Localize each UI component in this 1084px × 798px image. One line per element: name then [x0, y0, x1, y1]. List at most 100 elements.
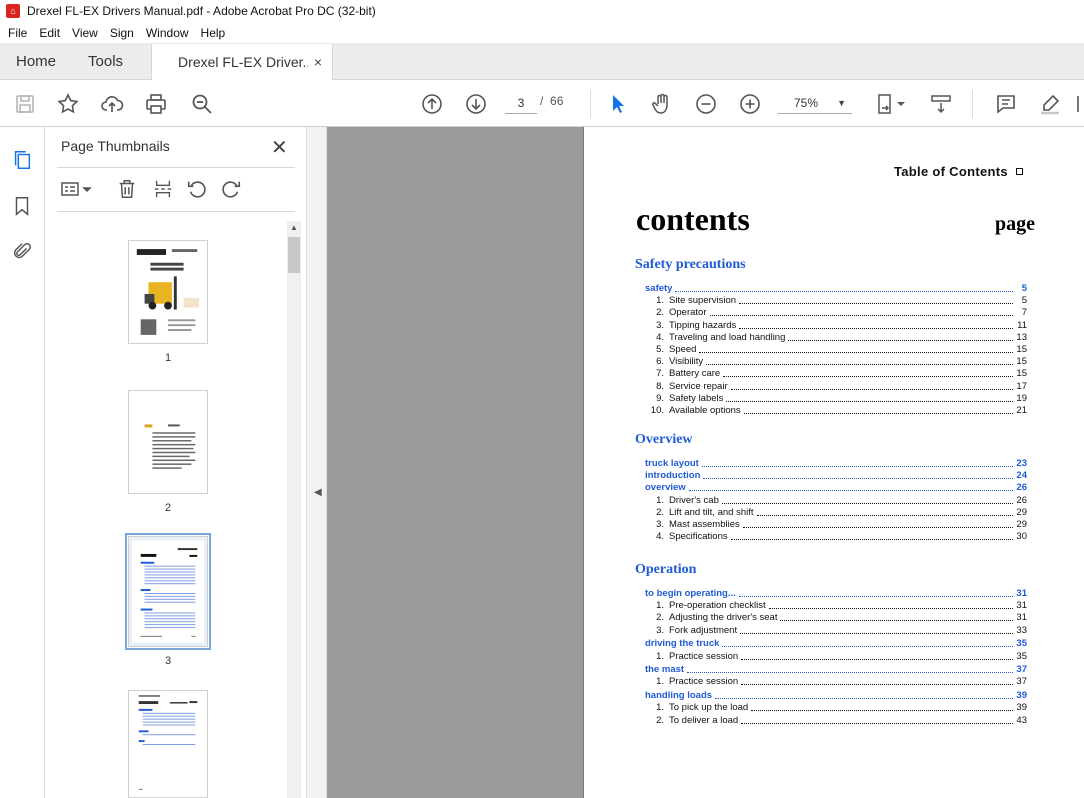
attachments-paperclip-icon[interactable]	[10, 239, 34, 265]
toc-sub-entry[interactable]: 2. Lift and tilt, and shift 29	[645, 507, 1027, 519]
thumbnail-options-icon[interactable]	[59, 177, 95, 201]
toc-entry-page: 29	[1016, 507, 1027, 518]
toc-entry-page: 24	[1016, 470, 1027, 481]
insert-page-icon[interactable]	[151, 177, 175, 201]
toc-section-title[interactable]: Operation	[635, 562, 696, 578]
print-icon[interactable]	[143, 91, 169, 117]
toc-sub-entry[interactable]: 8. Service repair 17	[645, 381, 1027, 393]
toc-main-entry[interactable]: to begin operating... 31	[645, 588, 1027, 600]
toc-section-title[interactable]: Safety precautions	[635, 257, 746, 273]
menu-file[interactable]: File	[2, 26, 33, 40]
bookmarks-icon[interactable]	[10, 193, 34, 219]
thumbnail-label: 3	[164, 655, 172, 667]
toc-main-entry[interactable]: driving the truck 35	[645, 638, 1027, 650]
close-tab-icon[interactable]: ×	[314, 54, 322, 70]
select-cursor-icon[interactable]	[605, 91, 631, 117]
toc-main-entry[interactable]: truck layout 23	[645, 458, 1027, 470]
page-thumbnail-3[interactable]	[125, 533, 211, 650]
toc-sub-entry[interactable]: 1. Practice session 35	[645, 651, 1027, 663]
menu-sign[interactable]: Sign	[104, 26, 140, 40]
delete-page-trash-icon[interactable]	[115, 177, 139, 201]
toc-entry-label: Visibility	[669, 356, 704, 367]
rotate-clockwise-icon[interactable]	[219, 177, 243, 201]
toc-dot-leader	[703, 478, 1013, 479]
scrolling-mode-icon[interactable]	[928, 91, 954, 117]
toc-sub-entry[interactable]: 6. Visibility 15	[645, 356, 1027, 368]
toc-sub-entry[interactable]: 2. Adjusting the driver's seat 31	[645, 612, 1027, 624]
document-viewport[interactable]: Table of Contents contents page Safety p…	[327, 127, 1084, 798]
zoom-out-icon[interactable]	[693, 91, 719, 117]
toc-entry-label: Mast assemblies	[669, 519, 740, 530]
menu-edit[interactable]: Edit	[33, 26, 66, 40]
zoom-in-icon[interactable]	[737, 91, 763, 117]
toc-sub-entry[interactable]: 1. Driver's cab 26	[645, 495, 1027, 507]
rotate-counterclockwise-icon[interactable]	[185, 177, 209, 201]
thumbnail-scrollbar[interactable]: ▲	[287, 221, 301, 798]
toc-entry-page: 37	[1016, 664, 1027, 675]
thumbnail-label: 2	[164, 502, 172, 514]
search-icon[interactable]	[189, 91, 215, 117]
toc-main-entry[interactable]: safety 5	[645, 283, 1027, 295]
toc-sub-entry[interactable]: 1. Practice session 37	[645, 676, 1027, 688]
hand-tool-icon[interactable]	[649, 91, 675, 117]
collapse-panel-arrow-icon[interactable]: ◀	[314, 487, 322, 498]
highlight-pen-icon[interactable]	[1037, 91, 1063, 117]
fit-page-chevron-icon[interactable]	[895, 91, 907, 117]
zoom-level-select[interactable]: 75% ▼	[778, 92, 852, 114]
toc-entry-page: 33	[1016, 625, 1027, 636]
toc-sub-entry[interactable]: 7. Battery care 15	[645, 368, 1027, 380]
toc-sub-entry[interactable]: 5. Speed 15	[645, 344, 1027, 356]
menu-window[interactable]: Window	[140, 26, 195, 40]
toc-entry-label: To deliver a load	[669, 715, 739, 726]
toc-sub-entry[interactable]: 3. Mast assemblies 29	[645, 519, 1027, 531]
bookmark-star-icon[interactable]	[55, 91, 81, 117]
toc-sub-entry[interactable]: 3. Tipping hazards 11	[645, 320, 1027, 332]
page-thumbnail-4[interactable]	[128, 690, 208, 798]
toc-sub-entry[interactable]: 4. Specifications 30	[645, 531, 1027, 543]
toc-sub-entry[interactable]: 1. Site supervision 5	[645, 295, 1027, 307]
toc-sub-entry[interactable]: 3. Fork adjustment 33	[645, 625, 1027, 637]
previous-page-icon[interactable]	[419, 91, 445, 117]
page-thumbnails-icon[interactable]	[10, 147, 34, 173]
page-thumbnail-1[interactable]	[128, 240, 208, 344]
comment-icon[interactable]	[993, 91, 1019, 117]
page-thumbnail-2[interactable]	[128, 390, 208, 494]
toc-main-entry[interactable]: handling loads 39	[645, 690, 1027, 702]
toc-sub-entry[interactable]: 2. Operator 7	[645, 307, 1027, 319]
close-panel-icon[interactable]: ✕	[271, 135, 288, 160]
toc-sub-entry[interactable]: 4. Traveling and load handling 13	[645, 332, 1027, 344]
menu-view[interactable]: View	[66, 26, 104, 40]
scroll-up-arrow-icon[interactable]: ▲	[287, 221, 301, 235]
toc-main-entry[interactable]: the mast 37	[645, 664, 1027, 676]
tab-document[interactable]: Drexel FL-EX Driver... ×	[151, 44, 334, 80]
toc-entry-number: 1.	[656, 651, 664, 662]
toc-main-entry[interactable]: introduction 24	[645, 470, 1027, 482]
toc-main-entry[interactable]: overview 26	[645, 482, 1027, 494]
toc-sub-entry[interactable]: 9. Safety labels 19	[645, 393, 1027, 405]
page-column-heading: page	[995, 213, 1035, 235]
save-icon[interactable]	[12, 91, 38, 117]
toc-sub-entry[interactable]: 2. To deliver a load 43	[645, 715, 1027, 727]
page-number-input[interactable]: 3	[505, 92, 537, 114]
scrollbar-thumb[interactable]	[288, 237, 300, 273]
tab-tools[interactable]: Tools	[72, 43, 137, 79]
toc-section-title[interactable]: Overview	[635, 432, 693, 448]
toc-entry-number: 3.	[656, 320, 664, 331]
toc-sub-entry[interactable]: 1. Pre-operation checklist 31	[645, 600, 1027, 612]
tab-bar: Home Tools Drexel FL-EX Driver... ×	[0, 43, 1084, 80]
toc-dot-leader	[675, 291, 1013, 292]
toc-entry-page: 35	[1016, 638, 1027, 649]
next-page-icon[interactable]	[463, 91, 489, 117]
toc-sub-entry[interactable]: 10. Available options 21	[645, 405, 1027, 417]
toc-entry-label: Speed	[669, 344, 697, 355]
toc-sub-entry[interactable]: 1. To pick up the load 39	[645, 702, 1027, 714]
tab-home[interactable]: Home	[0, 43, 72, 79]
toc-entry-label: To pick up the load	[669, 702, 749, 713]
cloud-upload-icon[interactable]	[99, 91, 125, 117]
toc-entry-label: Driver's cab	[669, 495, 719, 506]
more-tools-icon[interactable]	[1072, 91, 1084, 117]
panel-splitter[interactable]: ◀	[307, 127, 327, 798]
cover-page-preview	[136, 249, 200, 335]
toc-entry-label: Practice session	[669, 676, 739, 687]
menu-help[interactable]: Help	[195, 26, 232, 40]
